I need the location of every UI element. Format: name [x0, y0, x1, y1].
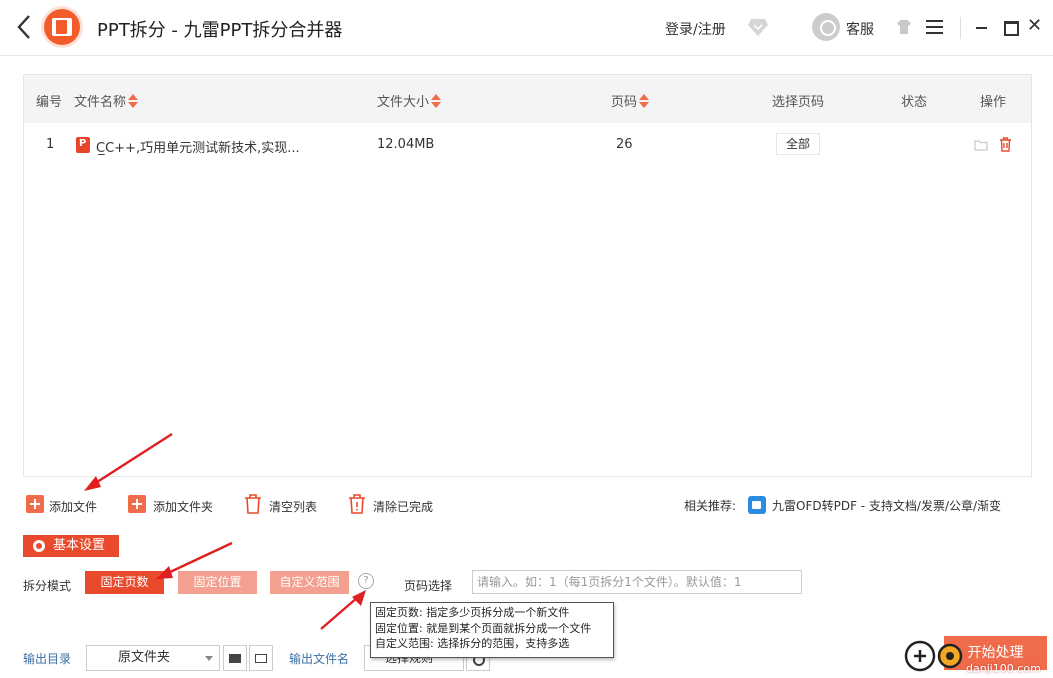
add-folder-label: 添加文件夹: [153, 500, 214, 514]
maximize-icon[interactable]: [1002, 19, 1019, 36]
ofd-icon: [748, 496, 766, 514]
annotation-arrowhead: [84, 476, 101, 491]
add-folder-icon: [128, 495, 146, 513]
open-folder-icon[interactable]: [974, 139, 988, 151]
row-pages: 26: [616, 137, 633, 152]
folder-icon: [229, 654, 241, 663]
help-icon[interactable]: ?: [358, 573, 374, 589]
login-register-link[interactable]: 登录/注册: [665, 19, 726, 39]
annotation-arrow: [320, 596, 359, 630]
tooltip-line: 固定页数: 指定多少页拆分成一个新文件: [375, 606, 570, 619]
back-icon[interactable]: [14, 12, 36, 42]
menu-icon[interactable]: [926, 20, 943, 34]
clear-done-label: 清除已完成: [373, 500, 434, 514]
tooltip-line: 自定义范围: 选择拆分的范围，支持多选: [375, 637, 570, 650]
mode-fixed-pages-button[interactable]: 固定页数: [85, 571, 164, 594]
page-select-input[interactable]: [472, 570, 802, 594]
gear-icon: [33, 540, 45, 552]
sort-icon[interactable]: [128, 94, 139, 108]
mode-fixed-position-button[interactable]: 固定位置: [178, 571, 257, 594]
split-mode-label: 拆分模式: [23, 579, 72, 593]
add-file-icon: [26, 495, 44, 513]
header-index: 编号: [36, 95, 63, 110]
recommend-link[interactable]: 九雷OFD转PDF - 支持文档/发票/公章/渐变: [772, 497, 1001, 514]
output-dir-label: 输出目录: [23, 652, 72, 666]
row-file-name: C̲C++,巧用单元测试新技术,实现...: [96, 141, 300, 156]
header-actions: 操作: [980, 95, 1007, 110]
row-page-select[interactable]: 全部: [776, 133, 820, 155]
app-logo: [44, 9, 80, 45]
browse-folder-button[interactable]: [223, 645, 247, 671]
header-status: 状态: [901, 95, 928, 110]
output-dir-select[interactable]: 原文件夹: [86, 645, 220, 671]
divider: [960, 17, 961, 39]
sort-icon[interactable]: [431, 94, 442, 108]
tooltip-line: 固定位置: 就是到某个页面就拆分成一个文件: [375, 621, 592, 635]
mode-custom-range-button[interactable]: 自定义范围: [270, 571, 349, 594]
output-name-label: 输出文件名: [289, 652, 350, 666]
trash-icon: [245, 494, 261, 514]
table-row[interactable]: 1 C̲C++,巧用单元测试新技术,实现... 12.04MB 26 全部: [24, 123, 1031, 167]
clear-list-label: 清空列表: [269, 500, 318, 514]
header-pages[interactable]: 页码: [611, 91, 650, 110]
shirt-icon[interactable]: [896, 19, 912, 35]
header-file-size[interactable]: 文件大小: [377, 91, 442, 110]
customer-service-avatar[interactable]: [812, 13, 840, 41]
minimize-icon[interactable]: [974, 19, 990, 35]
basic-settings-label: 基本设置: [53, 538, 106, 553]
table-header: 编号 文件名称 文件大小 页码 选择页码 状态 操作: [24, 75, 1031, 123]
basic-settings-tab[interactable]: 基本设置: [23, 535, 119, 557]
delete-icon[interactable]: [999, 137, 1012, 152]
header-file-name[interactable]: 文件名称: [74, 91, 139, 110]
open-folder-button[interactable]: [249, 645, 273, 671]
sort-icon[interactable]: [639, 94, 650, 108]
annotation-arrowhead: [352, 590, 366, 606]
recommend-label: 相关推荐:: [684, 499, 737, 513]
row-file-size: 12.04MB: [377, 137, 435, 152]
close-icon[interactable]: ✕: [1027, 17, 1043, 35]
help-tooltip: 固定页数: 指定多少页拆分成一个新文件 固定位置: 就是到某个页面就拆分成一个文…: [370, 602, 614, 658]
ppt-file-icon: [76, 137, 90, 153]
title-bar: PPT拆分 - 九雷PPT拆分合并器 登录/注册 客服 ✕: [0, 0, 1053, 56]
file-table: 编号 文件名称 文件大小 页码 选择页码 状态 操作 1 C̲C++,巧用单元测…: [23, 74, 1032, 477]
header-file-name-label: 文件名称: [74, 95, 127, 110]
annotation-arrow: [167, 541, 233, 575]
open-folder-icon: [255, 654, 267, 663]
header-pages-label: 页码: [611, 95, 638, 110]
add-file-label: 添加文件: [49, 500, 98, 514]
vip-diamond-icon[interactable]: [747, 17, 769, 37]
customer-service-label[interactable]: 客服: [846, 19, 874, 39]
watermark-logo: [904, 640, 963, 672]
watermark-text: danji100.com: [966, 662, 1041, 675]
app-title: PPT拆分 - 九雷PPT拆分合并器: [97, 20, 343, 41]
clear-done-icon: [349, 494, 365, 514]
header-file-size-label: 文件大小: [377, 95, 430, 110]
header-select-pages: 选择页码: [772, 95, 825, 110]
page-select-label: 页码选择: [404, 579, 453, 593]
row-index: 1: [46, 137, 55, 152]
